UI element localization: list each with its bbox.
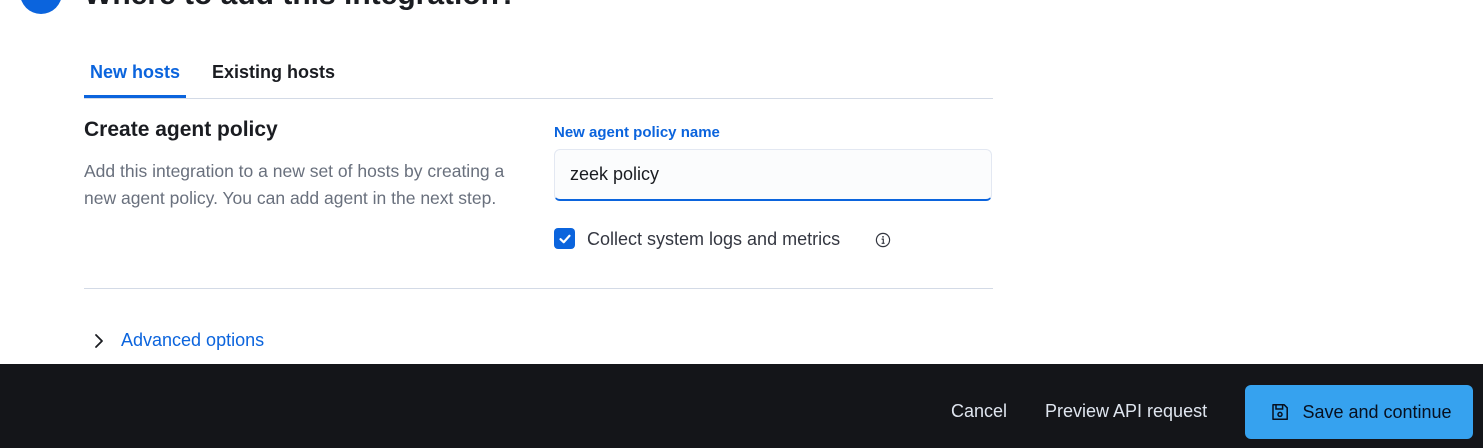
collect-logs-label[interactable]: Collect system logs and metrics <box>587 229 840 250</box>
save-and-continue-button[interactable]: Save and continue <box>1245 385 1473 439</box>
step-number-circle <box>20 0 62 14</box>
advanced-options-toggle[interactable]: Advanced options <box>90 330 264 351</box>
section-description: Add this integration to a new set of hos… <box>84 161 505 208</box>
tab-new-hosts[interactable]: New hosts <box>84 46 187 98</box>
step-title: Where to add this integration? <box>84 0 517 12</box>
preview-api-request-button[interactable]: Preview API request <box>1045 401 1207 422</box>
checkmark-icon <box>558 234 571 243</box>
chevron-right-icon <box>95 333 103 348</box>
save-and-continue-label: Save and continue <box>1302 401 1452 422</box>
policy-name-input[interactable] <box>554 149 992 201</box>
section-title: Create agent policy <box>84 118 278 141</box>
advanced-options-label: Advanced options <box>121 330 265 350</box>
section-divider <box>84 288 993 289</box>
cancel-button[interactable]: Cancel <box>951 401 1007 422</box>
collect-logs-checkbox[interactable] <box>554 228 575 249</box>
page: Where to add this integration? New hosts… <box>0 0 1483 448</box>
policy-name-label: New agent policy name <box>554 124 720 141</box>
save-icon <box>1272 404 1289 420</box>
host-tabs: New hosts Existing hosts <box>84 46 993 99</box>
tab-existing-hosts[interactable]: Existing hosts <box>206 46 341 98</box>
info-icon[interactable] <box>875 232 891 248</box>
